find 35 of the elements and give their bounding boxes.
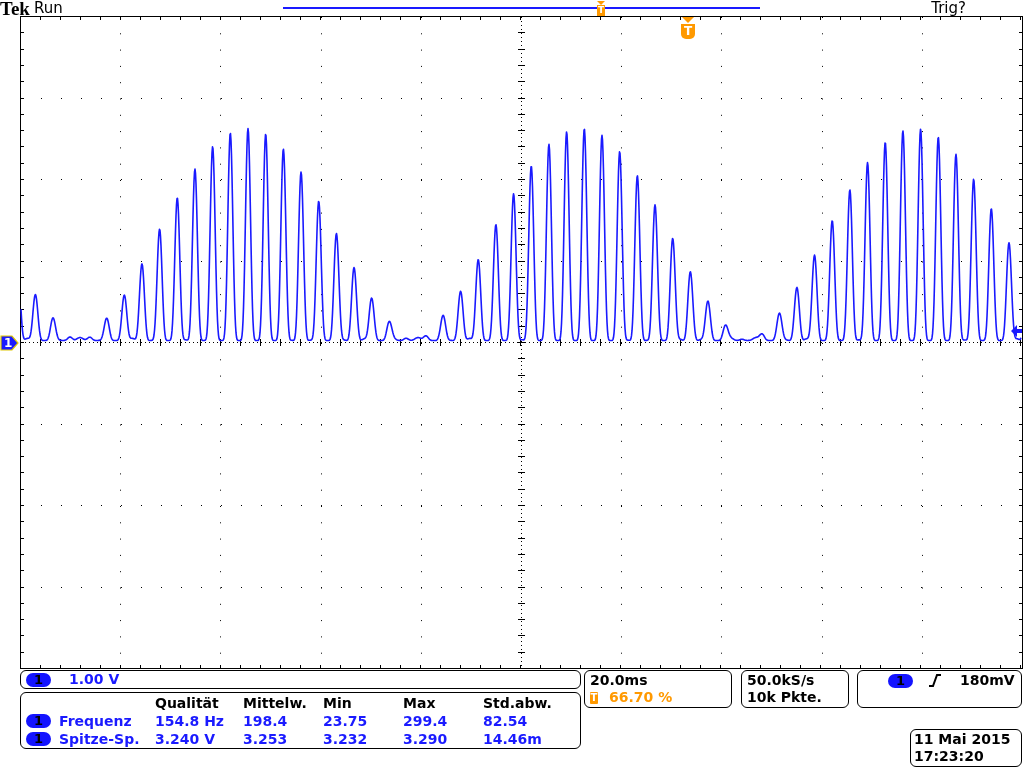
measurement-value: 299.4: [403, 712, 449, 730]
vertical-scale: 1.00 V: [69, 671, 120, 688]
column-header: Qualität: [155, 694, 220, 712]
channel-badge: 1: [26, 732, 51, 746]
measurement-value: 198.4: [243, 712, 289, 730]
measurement-value: 3.253: [243, 730, 289, 748]
column-header: Max: [403, 694, 437, 712]
trigger-position: 66.70 %: [609, 689, 673, 706]
measurement-name: Spitze-Sp.: [59, 730, 141, 748]
trigger-marker: T: [590, 691, 598, 704]
time-scale: 20.0ms: [590, 672, 649, 689]
record-length: 10k Pkte.: [747, 689, 823, 706]
measurement-value: 82.54: [483, 712, 529, 730]
column-header: Mittelw.: [243, 694, 308, 712]
brand-logo: Tek: [0, 0, 30, 17]
channel-badge: 1: [26, 714, 51, 728]
trigger-threshold: 180mV: [960, 672, 1015, 689]
sample-rate: 50.0kS/s: [747, 672, 816, 689]
measurement-value: 23.75: [323, 712, 369, 730]
measurement-value: 3.240 V: [155, 730, 216, 748]
trigger-status: Trig?: [931, 0, 966, 16]
measurement-name: Frequenz: [59, 712, 133, 730]
trigger-level-arrow-icon: [1011, 325, 1022, 337]
time: 17:23:20: [914, 748, 985, 765]
run-status: Run: [33, 0, 63, 16]
column-header: Std.abw.: [483, 694, 553, 712]
measurement-value: 14.46m: [483, 730, 543, 748]
channel-badge: 1: [26, 672, 51, 687]
column-header: Min: [323, 694, 353, 712]
channel-badge: 1: [888, 673, 913, 688]
channel-ground-marker: 1: [0, 335, 19, 351]
measurement-value: 3.232: [323, 730, 369, 748]
date: 11 Mai 2015: [914, 731, 1012, 748]
measurement-value: 154.8 Hz: [155, 712, 226, 730]
measurement-value: 3.290: [403, 730, 449, 748]
